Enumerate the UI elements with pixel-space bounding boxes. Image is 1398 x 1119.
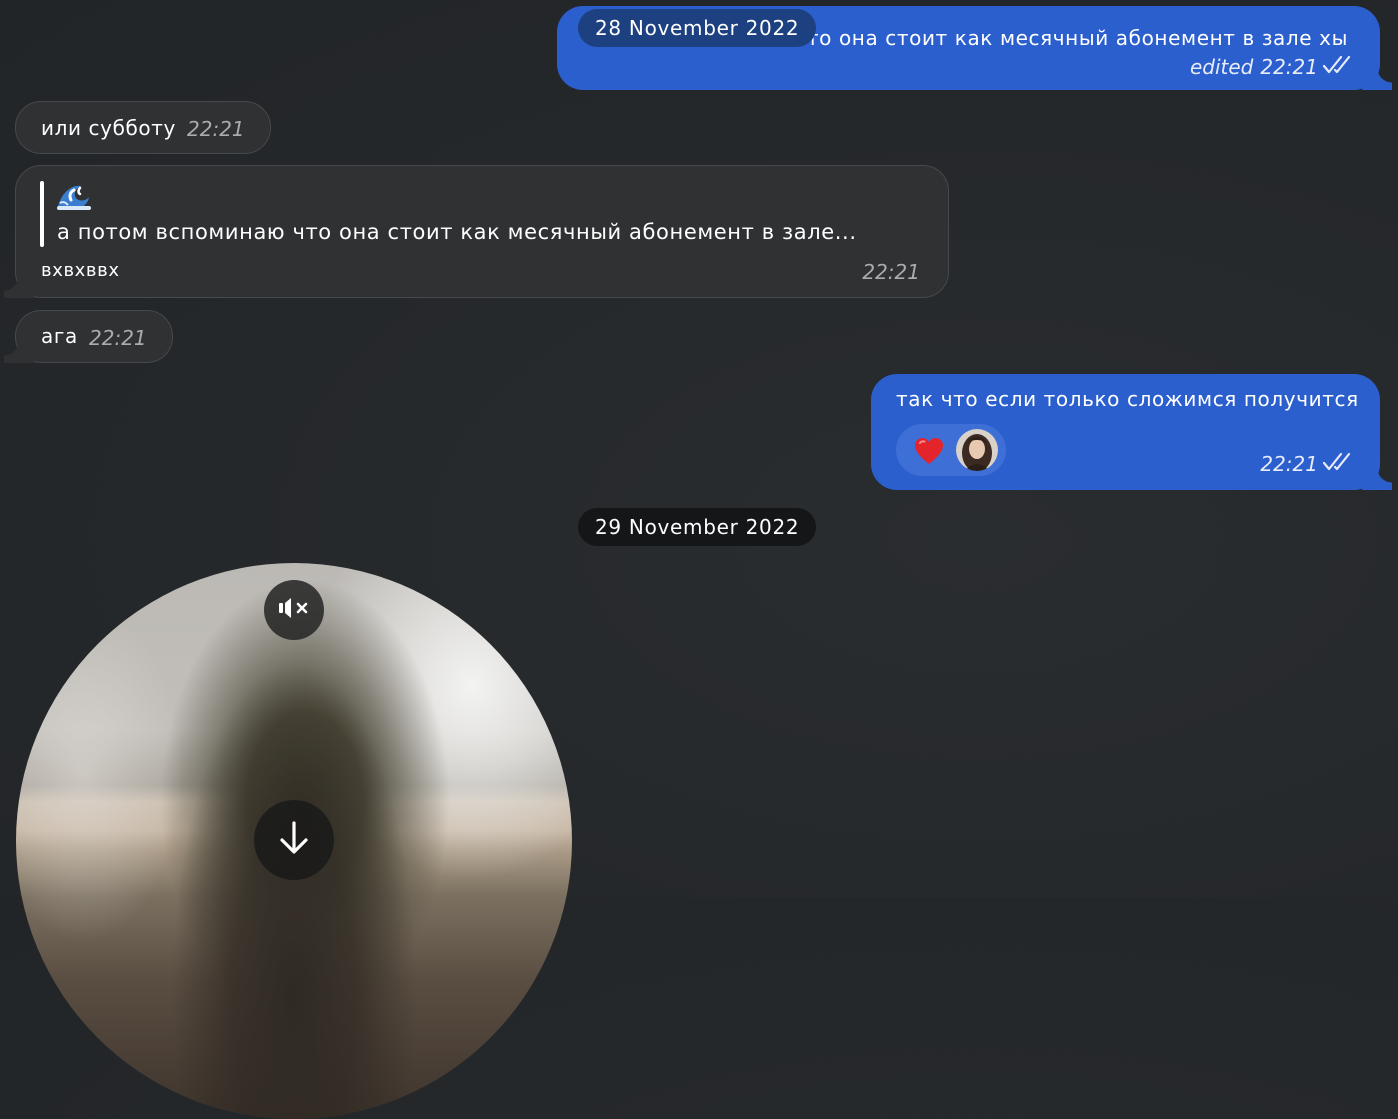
message-meta: 22:21 [1260,451,1352,477]
download-button[interactable] [254,800,334,880]
mute-icon [278,596,310,624]
message-time: 22:21 [89,326,147,350]
message-time: 22:21 [1260,55,1318,79]
message-time: 22:21 [187,117,245,141]
incoming-message[interactable]: ага 22:21 [4,310,173,363]
message-text: то она стоит как месячный абонемент в за… [806,26,1348,50]
reply-text: а потом вспоминаю что она стоит как меся… [57,220,857,244]
reply-bar [40,181,44,247]
double-check-icon [1322,54,1352,80]
outgoing-message[interactable]: так что если только сложимся получится 2… [871,374,1392,490]
edited-label: edited [1189,55,1254,79]
message-time: 22:21 [1260,452,1318,476]
bubble-tail [4,341,34,363]
bubble-tail [1362,468,1392,490]
mute-button[interactable] [264,580,324,640]
message-text: вхвхввх [41,260,120,281]
chat-history: то она стоит как месячный абонемент в за… [0,0,1398,1119]
reactor-avatar[interactable] [956,429,998,471]
bubble-tail [4,276,34,298]
message-time: 22:21 [862,260,920,284]
reaction-chip[interactable] [896,424,1006,476]
wave-icon [56,182,92,216]
heart-icon [914,437,944,469]
double-check-icon [1322,451,1352,477]
bubble-tail [1362,68,1392,90]
download-arrow-icon [277,820,311,860]
message-text: или субботу [41,116,176,140]
incoming-message[interactable]: а потом вспоминаю что она стоит как меся… [4,165,949,298]
message-text: так что если только сложимся получится [896,387,1359,411]
video-message[interactable] [16,563,572,1119]
message-text: ага [41,324,78,348]
date-separator: 28 November 2022 [578,9,817,47]
incoming-message[interactable]: или субботу 22:21 [15,101,271,154]
date-separator: 29 November 2022 [578,508,817,546]
message-meta: edited 22:21 [1190,54,1352,80]
